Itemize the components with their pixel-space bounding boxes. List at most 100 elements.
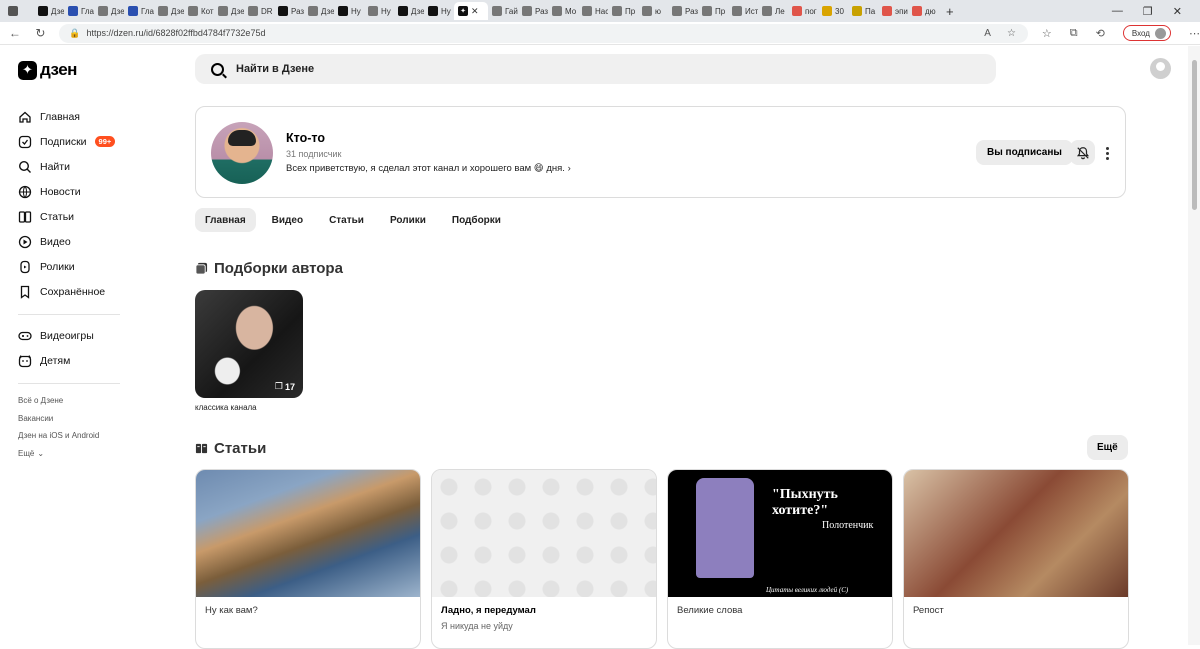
more-options-button[interactable]: [1101, 143, 1113, 163]
browser-tab-after-14[interactable]: дю: [908, 2, 938, 20]
channel-card: Кто-то 31 подписчик Всех приветствую, я …: [195, 106, 1126, 198]
favorites-icon[interactable]: ☆: [1042, 27, 1052, 40]
sidebar-item-5[interactable]: Видео: [18, 229, 128, 254]
browser-tab-after-9[interactable]: Ле: [758, 2, 788, 20]
browser-tab-active[interactable]: ✦ ✕: [454, 2, 488, 20]
sidebar-footer-link[interactable]: Вакансии: [18, 410, 128, 428]
close-tab-icon[interactable]: ✕: [471, 6, 479, 17]
tab-label: Ну: [351, 6, 361, 16]
browser-tab-after-11[interactable]: 30: [818, 2, 848, 20]
lock-icon[interactable]: 🔒: [69, 28, 80, 39]
browser-tab-14[interactable]: Ну: [424, 2, 454, 20]
page-scrollbar[interactable]: [1188, 46, 1200, 645]
url-field[interactable]: 🔒 https://dzen.ru/id/6828f02ffbd4784f773…: [59, 23, 1028, 43]
user-avatar[interactable]: [1150, 58, 1171, 79]
browser-menu-icon[interactable]: ⋯: [1189, 27, 1200, 40]
new-tab-icon[interactable]: +: [946, 4, 954, 19]
scrollbar-thumb[interactable]: [1192, 60, 1197, 210]
browser-tab-after-2[interactable]: Мо: [548, 2, 578, 20]
browser-tab-9[interactable]: Раз: [274, 2, 304, 20]
tab-favicon-icon: [218, 6, 228, 16]
tab-favicon-icon: [128, 6, 138, 16]
collections-icon[interactable]: ⧉: [1070, 27, 1078, 40]
history-icon[interactable]: ⟲: [1096, 27, 1105, 40]
tab-favicon-icon: [912, 6, 922, 16]
browser-tab-after-0[interactable]: Гай: [488, 2, 518, 20]
dzen-favicon: ✦: [458, 6, 468, 16]
sidebar-item-1[interactable]: Подписки 99+: [18, 129, 128, 154]
browser-tab-after-7[interactable]: Пр: [698, 2, 728, 20]
browser-tab-7[interactable]: Дзе: [214, 2, 244, 20]
sidebar-item-extra-0[interactable]: Видеоигры: [18, 323, 128, 348]
sidebar-footer-link[interactable]: Дзен на iOS и Android: [18, 427, 128, 445]
browser-tab-after-12[interactable]: Па: [848, 2, 878, 20]
reload-icon[interactable]: ↻: [30, 26, 52, 40]
articles-more-button[interactable]: Ещё: [1087, 435, 1128, 460]
profile-avatar-icon: [1154, 27, 1166, 39]
browser-tab-1[interactable]: Дзе: [34, 2, 64, 20]
subscribed-button[interactable]: Вы подписаны: [976, 140, 1073, 165]
channel-tab-1[interactable]: Видео: [262, 208, 313, 232]
tab-label: Кот: [201, 6, 214, 16]
browser-tab-4[interactable]: Гла: [124, 2, 154, 20]
sidebar-item-7[interactable]: Сохранённое: [18, 279, 128, 304]
collection-card[interactable]: ❐ 17: [195, 290, 303, 398]
article-card[interactable]: Репост: [903, 469, 1129, 649]
article-image: "Пыхнуть хотите?" Полотенчик Цитаты велики…: [668, 470, 892, 597]
sidebar-footer-link[interactable]: Ещё ⌄: [18, 445, 128, 463]
read-aloud-icon[interactable]: A: [984, 28, 991, 39]
sidebar-item-6[interactable]: Ролики: [18, 254, 128, 279]
channel-name[interactable]: Кто-то: [286, 131, 325, 145]
sidebar-item-3[interactable]: Новости: [18, 179, 128, 204]
channel-avatar[interactable]: [211, 122, 273, 184]
channel-tab-2[interactable]: Статьи: [319, 208, 374, 232]
search-input[interactable]: Найти в Дзене: [195, 54, 996, 84]
channel-description[interactable]: Всех приветствую, я сделал этот канал и …: [286, 163, 571, 174]
browser-tab-after-13[interactable]: эпи: [878, 2, 908, 20]
channel-tab-0[interactable]: Главная: [195, 208, 256, 232]
favorite-star-icon[interactable]: ☆: [1007, 28, 1016, 39]
browser-tab-0[interactable]: [4, 2, 34, 20]
browser-tab-6[interactable]: Кот: [184, 2, 214, 20]
browser-tab-after-3[interactable]: Нас: [578, 2, 608, 20]
browser-tab-after-1[interactable]: Раз: [518, 2, 548, 20]
sidebar-item-label: Подписки: [40, 135, 87, 148]
article-card[interactable]: Ну как вам?: [195, 469, 421, 649]
dzen-logo[interactable]: ✦ дзен: [18, 60, 77, 80]
browser-tab-13[interactable]: Дзе: [394, 2, 424, 20]
back-icon[interactable]: ←: [4, 26, 26, 40]
browser-tab-after-6[interactable]: Раз: [668, 2, 698, 20]
channel-tab-4[interactable]: Подборки: [442, 208, 511, 232]
browser-tab-5[interactable]: Дзе: [154, 2, 184, 20]
browser-tab-8[interactable]: DR: [244, 2, 274, 20]
article-title: Ну как вам?: [205, 605, 258, 616]
browser-tab-after-8[interactable]: Ист: [728, 2, 758, 20]
sidebar-footer-link[interactable]: Всё о Дзене: [18, 392, 128, 410]
browser-tab-2[interactable]: Гла: [64, 2, 94, 20]
sidebar-item-0[interactable]: Главная: [18, 104, 128, 129]
browser-tab-12[interactable]: Ну: [364, 2, 394, 20]
sidebar-item-2[interactable]: Найти: [18, 154, 128, 179]
article-card[interactable]: Ладно, я передумал Я никуда не уйду: [431, 469, 657, 649]
tab-favicon-icon: [762, 6, 772, 16]
login-button[interactable]: Вход: [1122, 25, 1171, 41]
sidebar-item-extra-1[interactable]: Детям: [18, 348, 128, 373]
close-window-icon[interactable]: ✕: [1173, 5, 1182, 18]
collection-caption[interactable]: классика канала: [195, 403, 257, 412]
browser-tab-3[interactable]: Дзе: [94, 2, 124, 20]
minimize-icon[interactable]: —: [1112, 5, 1123, 18]
browser-tab-after-4[interactable]: Пр: [608, 2, 638, 20]
browser-tab-10[interactable]: Дзе: [304, 2, 334, 20]
tab-favicon-icon: [428, 6, 438, 16]
sidebar-item-4[interactable]: Статьи: [18, 204, 128, 229]
logo-text: дзен: [40, 60, 77, 79]
search-icon: [18, 160, 32, 174]
articles-icon: [195, 443, 208, 454]
browser-tab-after-10[interactable]: пог: [788, 2, 818, 20]
channel-tab-3[interactable]: Ролики: [380, 208, 436, 232]
notifications-off-button[interactable]: [1070, 140, 1095, 165]
browser-tab-after-5[interactable]: ю: [638, 2, 668, 20]
article-card[interactable]: "Пыхнуть хотите?" Полотенчик Цитаты велики…: [667, 469, 893, 649]
restore-icon[interactable]: ❐: [1143, 5, 1153, 18]
browser-tab-11[interactable]: Ну: [334, 2, 364, 20]
